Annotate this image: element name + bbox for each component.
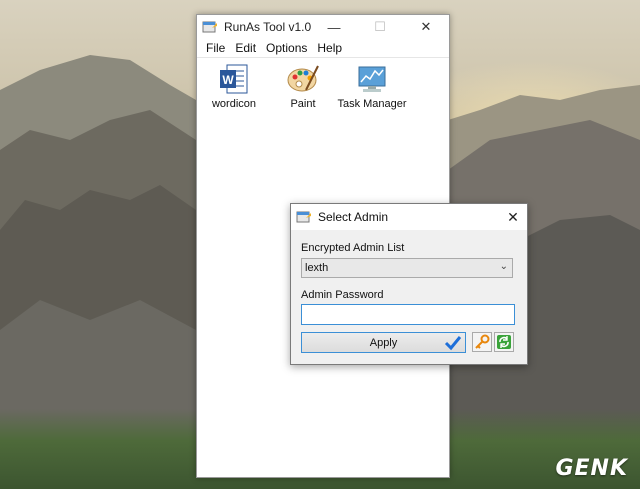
key-button[interactable] bbox=[472, 332, 492, 352]
app-label: Task Manager bbox=[337, 98, 407, 110]
apply-label: Apply bbox=[369, 336, 398, 349]
word-icon: W bbox=[220, 64, 248, 94]
admin-list-value: lexth bbox=[305, 262, 329, 274]
admin-list-label: Encrypted Admin List bbox=[301, 242, 405, 254]
menu-bar: File Edit Options Help bbox=[197, 39, 449, 58]
dialog-title: Select Admin bbox=[318, 210, 389, 224]
admin-password-field[interactable] bbox=[301, 304, 515, 325]
main-window-title: RunAs Tool v1.0 bbox=[224, 20, 312, 34]
runas-app-icon bbox=[296, 211, 311, 223]
chevron-down-icon: ⌄ bbox=[499, 261, 508, 272]
dialog-title-bar[interactable]: Select Admin ✕ bbox=[291, 204, 527, 230]
apply-button[interactable]: Apply bbox=[301, 332, 466, 353]
refresh-button[interactable] bbox=[494, 332, 514, 352]
menu-help[interactable]: Help bbox=[312, 41, 347, 55]
task-manager-icon bbox=[358, 66, 386, 92]
close-button[interactable]: ✕ bbox=[403, 15, 449, 39]
dialog-close-button[interactable]: ✕ bbox=[499, 204, 527, 230]
app-item-task-manager[interactable]: Task Manager bbox=[337, 62, 407, 110]
paint-palette-icon bbox=[287, 65, 319, 92]
minimize-button[interactable]: — bbox=[311, 15, 357, 39]
admin-list-select[interactable]: lexth ⌄ bbox=[301, 258, 513, 278]
runas-app-icon bbox=[202, 21, 217, 33]
app-list: W wordicon Paint Task Manager bbox=[197, 58, 449, 138]
app-item-paint[interactable]: Paint bbox=[268, 62, 338, 110]
admin-password-label: Admin Password bbox=[301, 289, 384, 301]
menu-file[interactable]: File bbox=[201, 41, 230, 55]
svg-text:W: W bbox=[222, 73, 234, 87]
app-label: wordicon bbox=[211, 98, 257, 110]
refresh-icon bbox=[497, 335, 511, 349]
key-icon bbox=[475, 334, 490, 349]
menu-options[interactable]: Options bbox=[261, 41, 312, 55]
app-label: Paint bbox=[290, 98, 316, 110]
menu-edit[interactable]: Edit bbox=[230, 41, 261, 55]
main-title-bar[interactable]: RunAs Tool v1.0 — ☐ ✕ bbox=[197, 15, 449, 39]
genk-watermark: GENK bbox=[555, 456, 628, 481]
maximize-button[interactable]: ☐ bbox=[357, 15, 403, 39]
app-item-wordicon[interactable]: W wordicon bbox=[199, 62, 269, 110]
select-admin-dialog: Select Admin ✕ Encrypted Admin List lext… bbox=[290, 203, 528, 365]
checkmark-icon bbox=[444, 336, 462, 351]
